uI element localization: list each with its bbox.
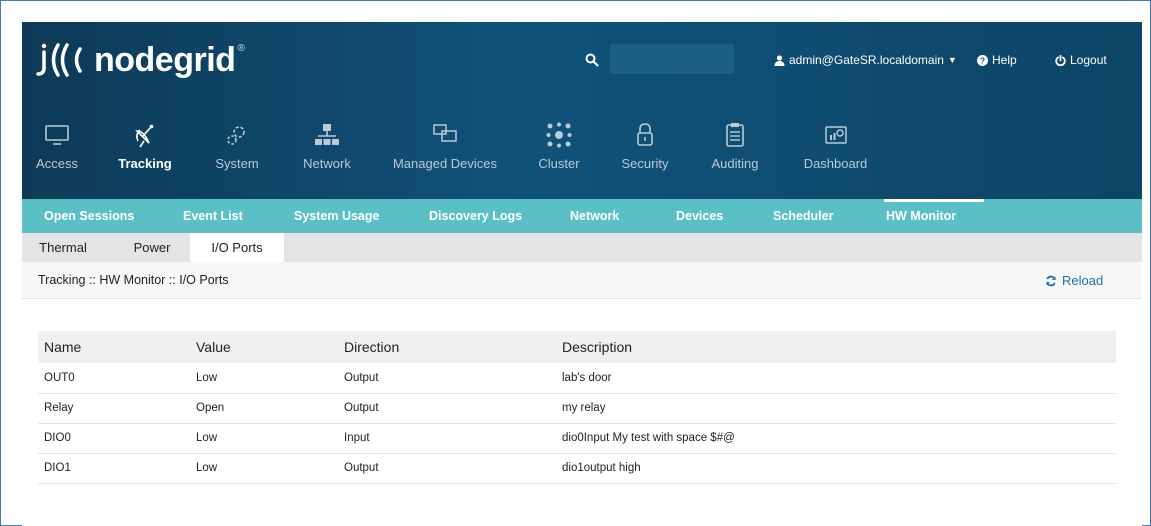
active-subnav-indicator bbox=[884, 199, 984, 202]
nav-label: Tracking bbox=[118, 156, 172, 171]
subnav-open-sessions[interactable]: Open Sessions bbox=[44, 199, 134, 233]
brand-name: nodegrid bbox=[94, 40, 236, 79]
nav-auditing[interactable]: Auditing bbox=[708, 122, 762, 182]
help-label: Help bbox=[992, 53, 1017, 67]
user-menu[interactable]: admin@GateSR.localdomain ▼ bbox=[774, 53, 957, 67]
nav-managed-devices[interactable]: Managed Devices bbox=[390, 122, 500, 182]
monitor-icon bbox=[45, 125, 69, 145]
breadcrumb: Tracking :: HW Monitor :: I/O Ports bbox=[38, 273, 229, 287]
breadcrumb-bar: Tracking :: HW Monitor :: I/O Ports Relo… bbox=[22, 262, 1142, 299]
help-icon: ? bbox=[977, 54, 988, 66]
io-ports-table: Name Value Direction Description OUT0 Lo… bbox=[38, 331, 1116, 484]
cell-name: DIO0 bbox=[38, 423, 190, 454]
nav-cluster[interactable]: Cluster bbox=[535, 122, 583, 182]
network-icon bbox=[315, 124, 339, 145]
app: nodegrid ® admin@GateSR.localdomain ▼ ? … bbox=[22, 22, 1142, 526]
nav-label: Dashboard bbox=[803, 156, 868, 171]
dashboard-icon bbox=[824, 126, 847, 144]
cell-description: dio1output high bbox=[556, 453, 1116, 484]
devices-icon bbox=[433, 124, 457, 142]
cell-value: Low bbox=[190, 453, 338, 484]
table-row[interactable]: DIO1 Low Output dio1output high bbox=[38, 453, 1116, 484]
nav-network[interactable]: Network bbox=[298, 122, 356, 182]
nav-label: Access bbox=[36, 156, 78, 171]
header: nodegrid ® admin@GateSR.localdomain ▼ ? … bbox=[22, 22, 1142, 199]
subnav-devices[interactable]: Devices bbox=[676, 199, 723, 233]
subnav-event-list[interactable]: Event List bbox=[183, 199, 243, 233]
table-row[interactable]: Relay Open Output my relay bbox=[38, 393, 1116, 424]
logout-label: Logout bbox=[1070, 53, 1107, 67]
nav-label: System bbox=[215, 156, 259, 171]
nav-dashboard[interactable]: Dashboard bbox=[798, 122, 873, 182]
cell-direction: Input bbox=[338, 423, 556, 454]
gears-icon bbox=[227, 126, 245, 145]
nodegrid-logo-icon bbox=[36, 43, 82, 77]
nav-label: Security bbox=[621, 156, 669, 171]
nav-label: Auditing bbox=[711, 156, 759, 171]
main-nav: Access Tracking System Network Managed D… bbox=[22, 122, 1142, 182]
cell-description: lab's door bbox=[556, 363, 1116, 394]
reload-label: Reload bbox=[1062, 273, 1104, 288]
tab-power[interactable]: Power bbox=[117, 233, 187, 262]
refresh-icon bbox=[1046, 275, 1056, 286]
tab-io-ports[interactable]: I/O Ports bbox=[190, 233, 284, 262]
subnav-scheduler[interactable]: Scheduler bbox=[773, 199, 833, 233]
lock-icon bbox=[637, 123, 653, 146]
nav-security[interactable]: Security bbox=[618, 122, 672, 182]
subnav-system-usage[interactable]: System Usage bbox=[294, 199, 379, 233]
column-header-direction[interactable]: Direction bbox=[338, 331, 556, 363]
subnav-hw-monitor[interactable]: HW Monitor bbox=[886, 199, 957, 233]
cell-name: OUT0 bbox=[38, 363, 190, 394]
subnav-network[interactable]: Network bbox=[570, 199, 619, 233]
cell-value: Low bbox=[190, 423, 338, 454]
brand-logo[interactable]: nodegrid ® bbox=[36, 40, 245, 80]
cell-direction: Output bbox=[338, 363, 556, 394]
cell-value: Low bbox=[190, 363, 338, 394]
cell-direction: Output bbox=[338, 453, 556, 484]
svg-text:?: ? bbox=[980, 55, 985, 65]
column-header-description[interactable]: Description bbox=[556, 331, 1116, 363]
column-header-name[interactable]: Name bbox=[38, 331, 190, 363]
sub-nav: Open Sessions Event List System Usage Di… bbox=[22, 199, 1142, 233]
tab-thermal[interactable]: Thermal bbox=[22, 233, 104, 262]
cell-description: my relay bbox=[556, 393, 1116, 424]
cell-direction: Output bbox=[338, 393, 556, 424]
help-link[interactable]: ? Help bbox=[977, 53, 1017, 67]
chevron-down-icon: ▼ bbox=[947, 55, 957, 65]
logout-link[interactable]: Logout bbox=[1055, 53, 1107, 67]
search-input[interactable] bbox=[610, 44, 734, 74]
search-icon[interactable] bbox=[585, 53, 599, 67]
nav-tracking[interactable]: Tracking bbox=[115, 122, 175, 182]
reload-button[interactable]: Reload bbox=[1045, 273, 1103, 288]
user-name: admin@GateSR.localdomain bbox=[789, 53, 944, 67]
nav-label: Network bbox=[303, 156, 351, 171]
cluster-icon bbox=[546, 122, 572, 148]
subnav-discovery-logs[interactable]: Discovery Logs bbox=[429, 199, 522, 233]
column-header-value[interactable]: Value bbox=[190, 331, 338, 363]
nav-access[interactable]: Access bbox=[36, 122, 78, 182]
table-row[interactable]: OUT0 Low Output lab's door bbox=[38, 363, 1116, 394]
clipboard-icon bbox=[726, 123, 744, 147]
table-header-row: Name Value Direction Description bbox=[38, 331, 1116, 363]
table-row[interactable]: DIO0 Low Input dio0Input My test with sp… bbox=[38, 423, 1116, 454]
registered-mark: ® bbox=[237, 42, 245, 54]
nav-label: Managed Devices bbox=[392, 156, 498, 171]
cell-description: dio0Input My test with space $#@ bbox=[556, 423, 1116, 454]
nav-system[interactable]: System bbox=[212, 122, 262, 182]
cell-name: Relay bbox=[38, 393, 190, 424]
tab-bar: Thermal Power I/O Ports bbox=[22, 233, 1142, 262]
satellite-dish-icon bbox=[135, 124, 154, 148]
cell-name: DIO1 bbox=[38, 453, 190, 484]
user-icon bbox=[774, 54, 785, 66]
cell-value: Open bbox=[190, 393, 338, 424]
power-icon bbox=[1055, 54, 1066, 66]
nav-label: Cluster bbox=[538, 156, 580, 171]
